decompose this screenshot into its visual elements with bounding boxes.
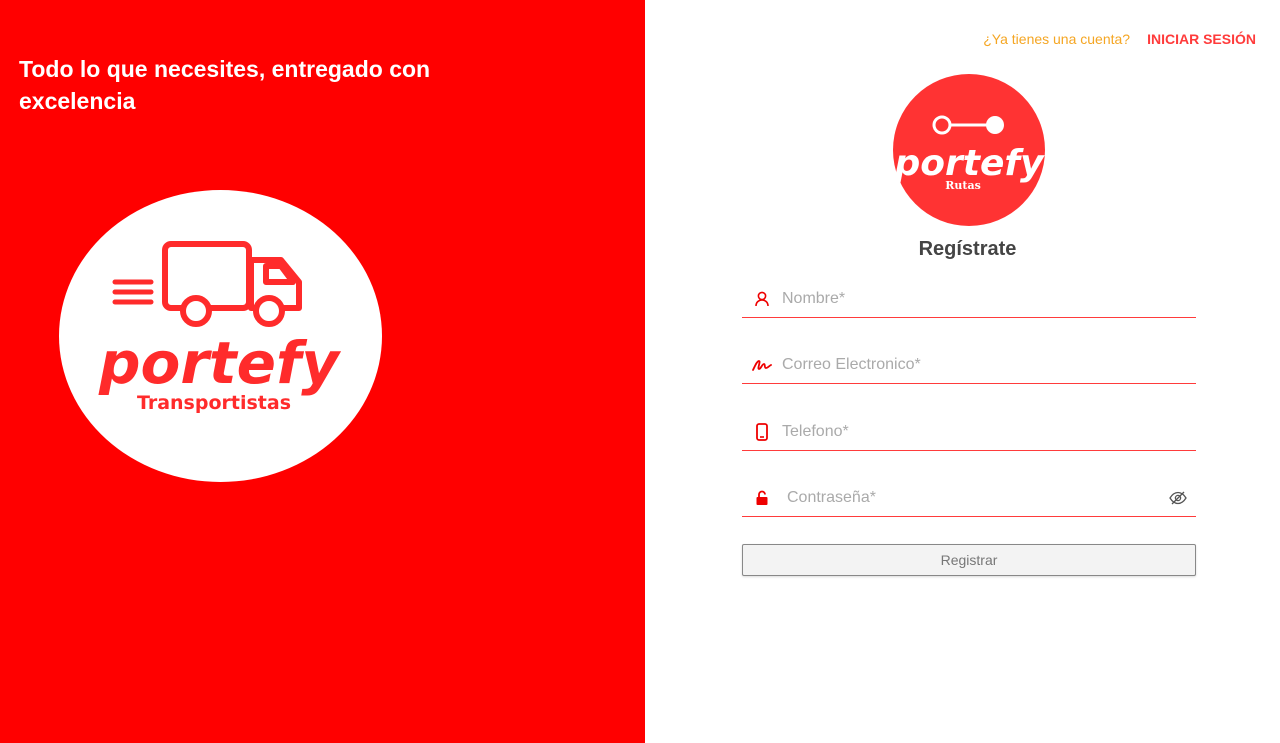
page: Todo lo que necesites, entregado con exc… bbox=[0, 0, 1280, 743]
logo-wordmark: portefy bbox=[98, 329, 341, 397]
right-panel: ¿Ya tienes una cuenta? INICIAR SESIÓN po… bbox=[645, 0, 1280, 743]
rutas-wordmark: portefy bbox=[893, 143, 1045, 184]
logo-subtitle: Transportistas bbox=[137, 392, 291, 414]
rutas-logo: portefy Rutas bbox=[893, 74, 1045, 226]
user-icon bbox=[742, 280, 782, 318]
login-link[interactable]: INICIAR SESIÓN bbox=[1147, 31, 1256, 47]
email-input[interactable] bbox=[782, 345, 1196, 384]
register-button[interactable]: Registrar bbox=[742, 544, 1196, 576]
phone-input[interactable] bbox=[782, 412, 1196, 451]
signature-icon bbox=[742, 346, 782, 384]
rutas-subtitle: Rutas bbox=[945, 179, 981, 192]
login-prompt: ¿Ya tienes una cuenta? INICIAR SESIÓN bbox=[983, 31, 1256, 47]
phone-icon bbox=[742, 413, 782, 451]
password-field bbox=[742, 478, 1196, 517]
route-logo-graphic: portefy Rutas bbox=[893, 115, 1045, 192]
password-input[interactable] bbox=[782, 478, 1160, 517]
truck-logo-graphic: portefy Transportistas bbox=[98, 241, 341, 414]
unlock-icon bbox=[742, 479, 782, 517]
eye-slash-icon[interactable] bbox=[1160, 479, 1196, 517]
name-input[interactable] bbox=[782, 279, 1196, 318]
left-panel: Todo lo que necesites, entregado con exc… bbox=[0, 0, 645, 743]
form-title: Regístrate bbox=[918, 238, 1017, 260]
email-field bbox=[742, 345, 1196, 384]
transportistas-logo: portefy Transportistas bbox=[59, 190, 382, 482]
tagline: Todo lo que necesites, entregado con exc… bbox=[19, 56, 431, 114]
have-account-text: ¿Ya tienes una cuenta? bbox=[983, 31, 1131, 47]
phone-field bbox=[742, 412, 1196, 451]
name-field bbox=[742, 279, 1196, 318]
